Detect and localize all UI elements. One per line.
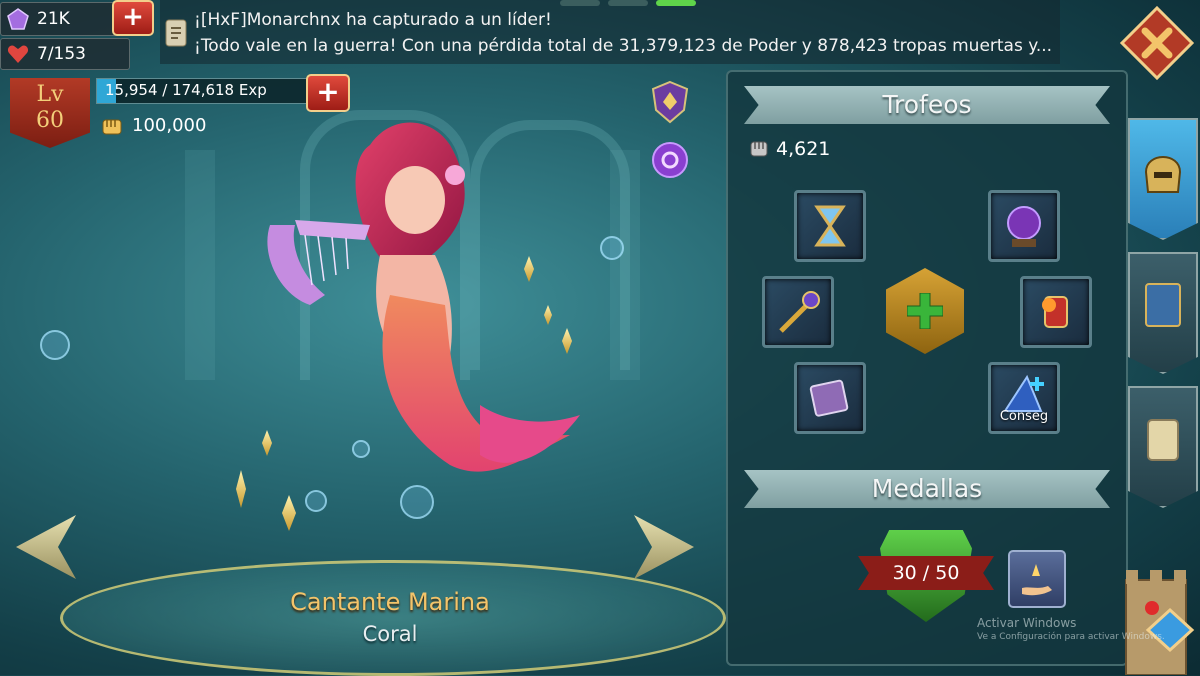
bubble xyxy=(40,330,70,360)
castle-home-button[interactable] xyxy=(1112,560,1200,675)
trophy-slot-gauntlet[interactable] xyxy=(1020,276,1092,348)
gems-counter: 21K xyxy=(0,2,122,36)
trophy-slot-tome[interactable] xyxy=(794,362,866,434)
magic-orb-icon[interactable] xyxy=(650,140,690,180)
trophy-slot-wizard-hat[interactable]: Conseg xyxy=(988,362,1060,434)
tab-scroll[interactable] xyxy=(1128,386,1198,508)
add-exp-button[interactable]: + xyxy=(306,74,350,112)
scroll-icon xyxy=(165,19,187,47)
close-button[interactable] xyxy=(1120,6,1194,80)
gem-icon xyxy=(7,8,29,30)
level-badge: Lv 60 xyxy=(10,78,90,148)
tab-skill-book[interactable] xyxy=(1128,252,1198,374)
stamina-value: 7/153 xyxy=(37,44,86,64)
page-indicator xyxy=(560,0,700,8)
tome-icon xyxy=(809,379,849,417)
bubble xyxy=(600,236,624,260)
level-value: 60 xyxy=(36,108,64,133)
gauntlet-icon xyxy=(1042,296,1068,328)
tab-hero-gear[interactable] xyxy=(1128,118,1198,240)
medal-claim-button[interactable] xyxy=(1008,550,1066,608)
hero-name: Cantante Marina xyxy=(290,588,490,616)
crystal-shard xyxy=(236,470,246,508)
exp-text: 15,954 / 174,618 Exp xyxy=(105,81,267,99)
hourglass-icon xyxy=(814,205,846,247)
background-pillar xyxy=(185,150,215,380)
hero-platform xyxy=(60,560,726,676)
trophy-slot-scepter[interactable] xyxy=(762,276,834,348)
shield-emblem-icon[interactable] xyxy=(650,80,690,124)
hand-receive-icon xyxy=(1022,564,1052,596)
plus-icon xyxy=(907,293,943,329)
stamina-counter: 7/153 xyxy=(0,38,130,70)
heart-icon xyxy=(7,45,29,63)
book-icon xyxy=(1145,283,1181,327)
exp-bar: 15,954 / 174,618 Exp xyxy=(96,78,308,104)
scepter-icon xyxy=(779,291,820,333)
helmet-icon xyxy=(1144,156,1182,193)
hero-figure xyxy=(267,122,580,472)
medals-title: Medallas xyxy=(871,474,983,503)
level-label: Lv xyxy=(36,82,64,107)
trophy-slot-hourglass[interactable] xyxy=(794,190,866,262)
scroll-icon xyxy=(1147,419,1179,461)
fist-icon xyxy=(102,119,122,135)
chat-ticker[interactable]: ¡[HxF]Monarchnx ha capturado a un líder!… xyxy=(160,0,1060,64)
might-value: 100,000 xyxy=(132,115,207,136)
chat-line-2: ¡Todo vale en la guerra! Con una pérdida… xyxy=(194,36,1053,56)
trophy-slot-crystal-ball[interactable] xyxy=(988,190,1060,262)
medal-progress-banner: 30 / 50 xyxy=(858,556,994,590)
hero-type: Coral xyxy=(362,622,418,646)
next-hero-arrow-icon[interactable] xyxy=(634,515,694,579)
gems-value: 21K xyxy=(37,9,70,29)
fist-icon xyxy=(750,141,768,157)
previous-hero-arrow-icon[interactable] xyxy=(16,515,76,579)
background-pillar xyxy=(610,150,640,380)
windows-watermark-sub: Ve a Configuración para activar Windows. xyxy=(977,632,1165,642)
medals-ribbon: Medallas xyxy=(744,470,1110,508)
buy-gems-button[interactable]: + xyxy=(112,0,154,36)
windows-watermark-title: Activar Windows xyxy=(977,616,1077,630)
chat-line-1: ¡[HxF]Monarchnx ha capturado a un líder! xyxy=(194,10,552,30)
trophy-count: 4,621 xyxy=(776,138,831,160)
medal-progress: 30 / 50 xyxy=(892,562,960,584)
crystal-ball-icon xyxy=(1007,206,1041,247)
trophies-ribbon: Trofeos xyxy=(744,86,1110,124)
wizard-hat-label: Conseg xyxy=(999,409,1049,424)
trophies-title: Trofeos xyxy=(882,90,972,119)
